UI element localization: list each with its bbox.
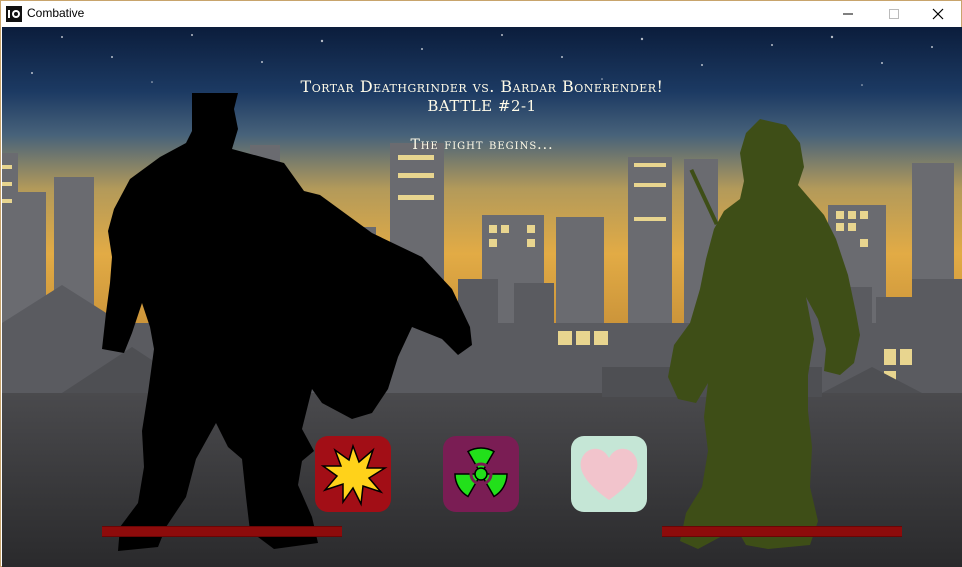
minimize-icon [843, 13, 853, 14]
matchup-title: Tortar Deathgrinder vs. Bardar Bonerende… [300, 77, 664, 96]
title-bar: Combative [1, 1, 961, 26]
battle-scene: Tortar Deathgrinder vs. Bardar Bonerende… [2, 27, 962, 567]
heart-icon [580, 448, 638, 500]
battle-number: BATTLE #2-1 [427, 97, 537, 115]
game-window: Combative Tortar Deathgrinder vs. Bardar… [0, 0, 962, 567]
battle-narration: The fight begins... [410, 137, 554, 153]
close-button[interactable] [915, 1, 961, 26]
maximize-button[interactable] [871, 1, 917, 26]
attack-button[interactable] [315, 436, 391, 512]
radiation-button[interactable] [443, 436, 519, 512]
minimize-button[interactable] [825, 1, 871, 26]
left-fighter-health-bar [102, 526, 342, 537]
right-fighter-health-bar [662, 526, 902, 537]
maximize-icon [889, 8, 899, 19]
app-icon [6, 6, 22, 22]
window-title: Combative [27, 6, 85, 20]
explosion-icon [320, 443, 388, 507]
close-icon [932, 8, 944, 19]
heal-button[interactable] [571, 436, 647, 512]
radiation-icon [454, 447, 508, 498]
